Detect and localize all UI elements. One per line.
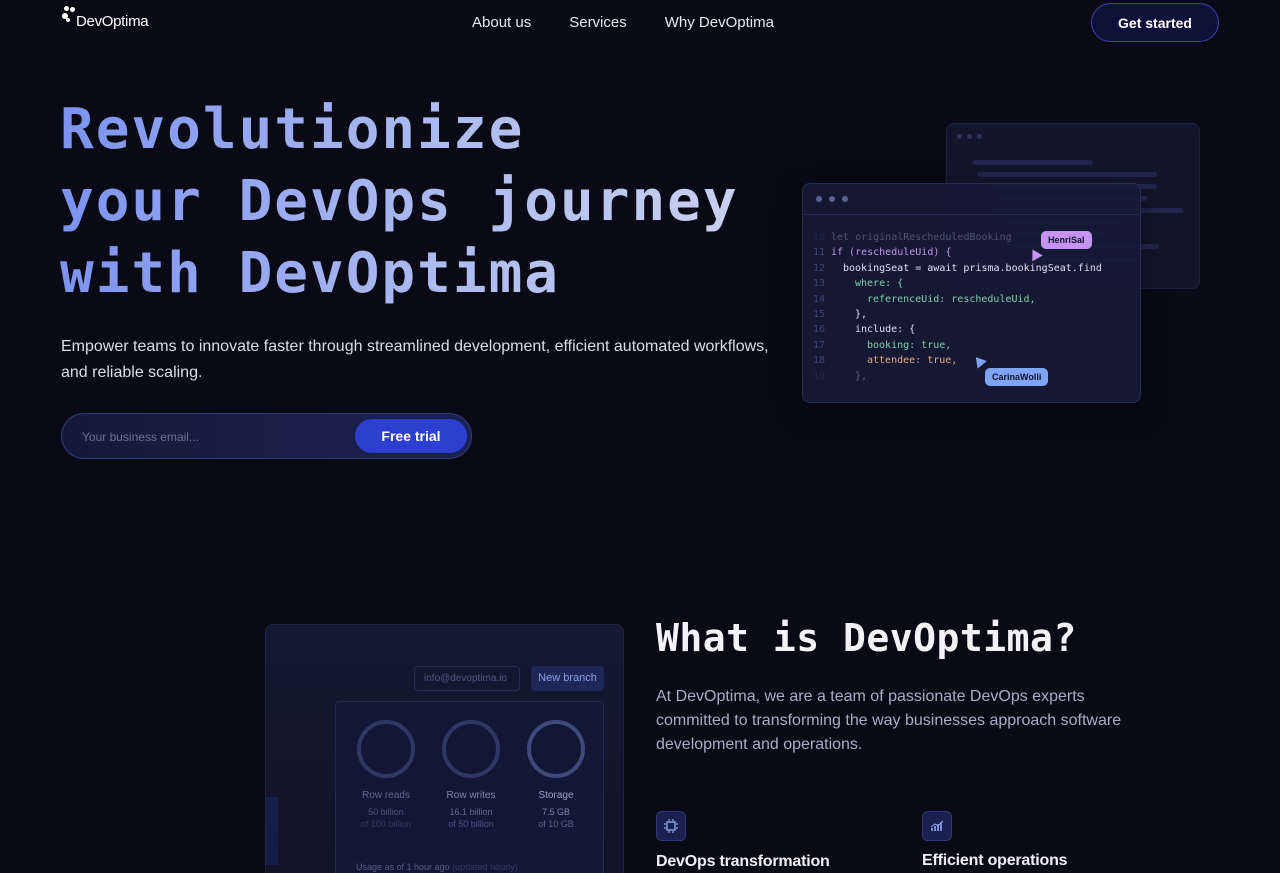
get-started-button[interactable]: Get started	[1091, 3, 1219, 42]
signup-form: Free trial	[61, 413, 472, 459]
metric-max: of 100 billion	[360, 819, 412, 829]
hero-title: Revolutionize your DevOps journey with D…	[60, 94, 780, 310]
brand-name: DevOptima	[76, 13, 149, 30]
code-window: 10 let originalRescheduledBooking 11 if (r…	[802, 183, 1141, 403]
code-line: 19},	[812, 370, 868, 382]
code-line: 17 booking: true,	[812, 339, 952, 351]
free-trial-button[interactable]: Free trial	[355, 419, 467, 453]
donut-chart	[442, 720, 500, 778]
metric-value: 50 billion	[368, 807, 404, 817]
metric-row-reads: Row reads 50 billion of 100 billion	[356, 720, 416, 829]
hero-title-line: with DevOptima	[60, 241, 561, 306]
nav-link-services[interactable]: Services	[569, 14, 627, 31]
email-input[interactable]	[82, 427, 342, 447]
code-line: 18 attendee: true,	[812, 355, 958, 367]
brand-logo[interactable]: DevOptima	[62, 6, 149, 30]
code-block: 10 let originalRescheduledBooking 11 if (r…	[803, 230, 1102, 384]
metric-label: Row reads	[362, 790, 410, 801]
metric-storage: Storage 7.5 GB of 10 GB	[526, 720, 586, 829]
feature-title: DevOps transformation	[656, 853, 830, 870]
usage-panel: Row reads 50 billion of 100 billion Row …	[335, 701, 604, 873]
collaborator-cursor-henri: HenriSal	[1041, 231, 1092, 249]
section-title: What is DevOptima?	[656, 616, 1077, 660]
metric-label: Row writes	[446, 790, 496, 801]
chip-icon	[656, 811, 686, 841]
collaborator-cursor-carina: CarinaWolli	[985, 368, 1049, 386]
usage-timestamp: Usage as of 1 hour ago (updated hourly)	[356, 862, 518, 872]
usage-note: (updated hourly)	[452, 862, 518, 872]
account-select: info@devoptima.io ⌄	[414, 666, 520, 707]
nav-links: About us Services Why DevOptima	[472, 14, 774, 31]
donut-chart	[357, 720, 415, 778]
metric-max: of 50 billion	[448, 819, 494, 829]
sidebar-indicator	[266, 797, 278, 865]
window-dots	[957, 134, 982, 139]
section-description: At DevOptima, we are a team of passionat…	[656, 688, 1122, 753]
window-titlebar	[803, 184, 1140, 215]
chart-icon	[922, 811, 952, 841]
new-branch-button: New branch	[531, 666, 604, 691]
dashboard-preview: info@devoptima.io ⌄ New branch Row reads…	[265, 624, 624, 873]
code-line: 13 where: {	[812, 278, 904, 290]
window-dots	[816, 196, 848, 202]
code-line: 12 bookingSeat = await prisma.bookingSeat…	[812, 262, 1102, 274]
nav-link-why[interactable]: Why DevOptima	[665, 14, 774, 31]
metric-label: Storage	[538, 790, 574, 801]
code-line: 14 referenceUid: rescheduleUid,	[812, 293, 1036, 305]
code-line: 16 include: {	[812, 324, 916, 336]
top-nav: DevOptima About us Services Why DevOptim…	[0, 0, 1280, 46]
feature-title: Efficient operations	[922, 852, 1068, 869]
donut-chart	[527, 720, 585, 778]
logo-icon	[62, 6, 78, 24]
metric-value: 16.1 billion	[449, 807, 493, 817]
hero-subtitle: Empower teams to innovate faster through…	[61, 338, 769, 381]
nav-link-about[interactable]: About us	[472, 14, 531, 31]
hero-title-line: your DevOps journey	[60, 169, 739, 234]
metric-value: 7.5 GB	[541, 807, 570, 817]
metric-max: of 10 GB	[538, 819, 574, 829]
metric-row-writes: Row writes 16.1 billion of 50 billion	[441, 720, 501, 829]
code-line: 15},	[812, 308, 868, 320]
hero-title-line: Revolutionize	[60, 97, 525, 162]
usage-text: Usage as of 1 hour ago	[356, 862, 450, 872]
